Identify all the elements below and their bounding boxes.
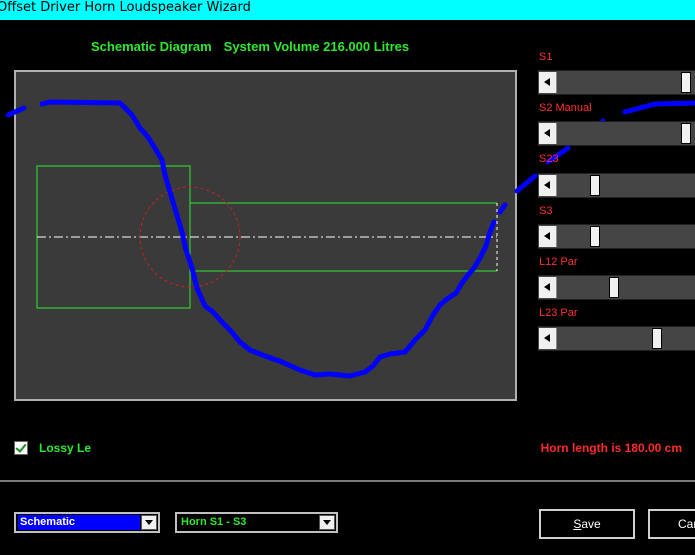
slider-s3[interactable]: [538, 224, 695, 249]
window-title: Offset Driver Horn Loudspeaker Wizard: [0, 0, 251, 15]
system-volume-label: System Volume 216.000 Litres: [223, 39, 410, 54]
slider-left-arrow-icon[interactable]: [539, 123, 557, 144]
slider-left-arrow-icon[interactable]: [539, 277, 557, 298]
slider-thumb[interactable]: [651, 328, 662, 349]
save-button-label: ave: [581, 517, 601, 531]
slider-left-arrow-icon[interactable]: [539, 328, 557, 349]
slider-thumb[interactable]: [589, 226, 600, 247]
slider-label-s3: S3: [539, 205, 553, 217]
diagram-heading: Schematic Diagram System Volume 216.000 L…: [91, 39, 409, 54]
chevron-down-icon[interactable]: [141, 515, 157, 530]
cancel-button[interactable]: Car: [648, 509, 695, 539]
slider-left-arrow-icon[interactable]: [539, 226, 557, 247]
schematic-diagram-panel: [14, 70, 517, 401]
view-select-value: Schematic: [18, 515, 140, 530]
slider-s23[interactable]: [538, 173, 695, 198]
slider-thumb[interactable]: [589, 175, 600, 196]
slider-label-l23: L23 Par: [539, 307, 578, 319]
slider-label-s2: S2 Manual: [539, 102, 592, 114]
horn-length-status: Horn length is 180.00 cm: [540, 441, 682, 455]
slider-thumb[interactable]: [681, 72, 691, 93]
save-button[interactable]: Save: [539, 509, 635, 539]
slider-label-s1: S1: [539, 51, 553, 63]
separator: [0, 480, 695, 482]
horn-select-value: Horn S1 - S3: [181, 516, 247, 528]
lossy-label[interactable]: Lossy Le: [39, 441, 91, 455]
title-bar: Offset Driver Horn Loudspeaker Wizard: [0, 0, 695, 20]
slider-label-s23: S23: [539, 153, 559, 165]
slider-l23[interactable]: [538, 326, 695, 351]
cancel-button-label: Car: [678, 517, 695, 531]
chevron-down-icon[interactable]: [319, 515, 335, 530]
slider-left-arrow-icon[interactable]: [539, 175, 557, 196]
slider-s2[interactable]: [538, 121, 695, 146]
slider-label-l12: L12 Par: [539, 256, 578, 268]
slider-s1[interactable]: [538, 70, 695, 95]
view-select[interactable]: Schematic: [14, 512, 160, 533]
lossy-checkbox[interactable]: [14, 441, 28, 455]
horn-select[interactable]: Horn S1 - S3: [175, 512, 338, 533]
slider-thumb[interactable]: [681, 123, 691, 144]
slider-thumb[interactable]: [609, 277, 620, 298]
slider-left-arrow-icon[interactable]: [539, 72, 557, 93]
diagram-heading-label: Schematic Diagram: [91, 39, 212, 54]
slider-l12[interactable]: [538, 275, 695, 300]
